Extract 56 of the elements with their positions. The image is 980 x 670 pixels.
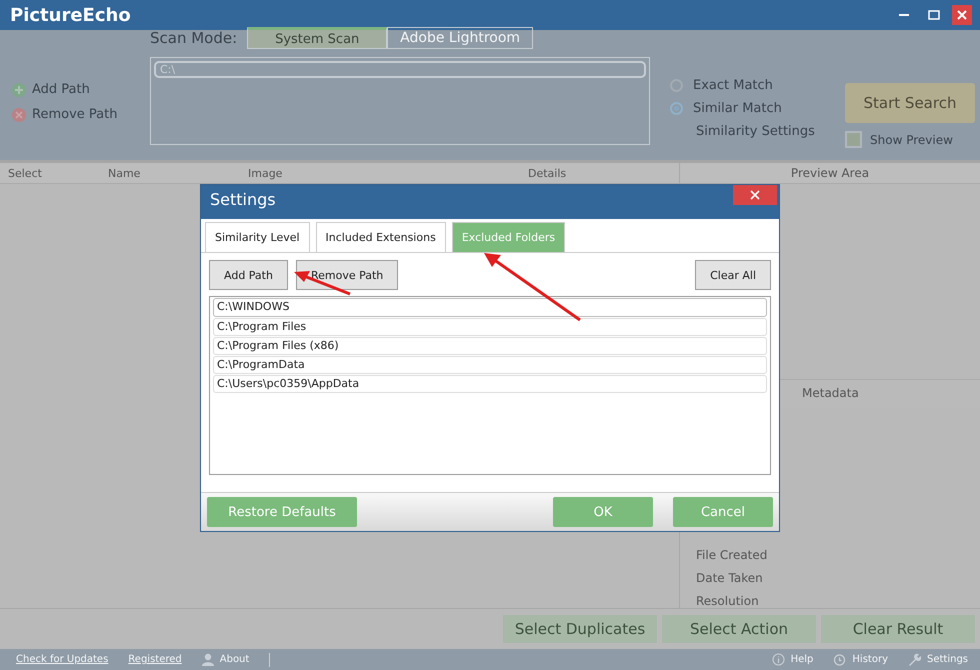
person-icon	[202, 653, 214, 666]
action-button[interactable]: Select Action	[662, 615, 816, 643]
status-link[interactable]: Settings	[908, 653, 968, 666]
folder-item[interactable]: C:\Program Files	[213, 318, 767, 336]
ok-button[interactable]: OK	[553, 497, 653, 527]
status-link[interactable]: Check for Updates	[16, 654, 108, 665]
about-link[interactable]: About	[202, 653, 250, 666]
path-item[interactable]: C:\	[154, 61, 646, 78]
match-radio[interactable]: Exact Match	[670, 78, 845, 93]
column-header: Select	[7, 166, 43, 180]
folder-item[interactable]: C:\Program Files (x86)	[213, 337, 767, 355]
scan-mode-label: Scan Mode:	[150, 29, 238, 47]
restore-defaults-button[interactable]: Restore Defaults	[207, 497, 357, 527]
preview-area-header: Preview Area	[680, 163, 980, 184]
column-header: Details	[528, 166, 568, 180]
dialog-button[interactable]: Add Path	[209, 260, 288, 290]
action-button[interactable]: Clear Result	[821, 615, 975, 643]
folder-item[interactable]: C:\ProgramData	[213, 356, 767, 374]
dialog-button[interactable]: Remove Path	[296, 260, 398, 290]
show-preview-checkbox[interactable]: Show Preview	[845, 131, 975, 148]
close-button[interactable]	[952, 5, 972, 25]
plus-icon	[12, 82, 26, 96]
action-button[interactable]: Select Duplicates	[503, 615, 657, 643]
status-link[interactable]: History	[833, 653, 888, 666]
scan-mode-tab[interactable]: Adobe Lightroom	[387, 27, 534, 49]
path-action-button[interactable]: Remove Path	[12, 107, 150, 122]
close-icon	[956, 9, 968, 21]
start-search-button[interactable]: Start Search	[845, 83, 975, 123]
settings-tab[interactable]: Excluded Folders	[452, 222, 566, 252]
maximize-icon	[928, 9, 940, 21]
status-link[interactable]: Registered	[128, 654, 182, 665]
close-button[interactable]	[733, 185, 777, 205]
info-icon	[772, 653, 785, 666]
path-action-button[interactable]: Add Path	[12, 82, 150, 97]
clock-icon	[833, 653, 846, 666]
cancel-button[interactable]: Cancel	[673, 497, 773, 527]
dialog-button[interactable]: Clear All	[695, 260, 771, 290]
column-header: Image	[248, 166, 284, 180]
folder-item[interactable]: C:\WINDOWS	[213, 298, 767, 317]
close-icon	[750, 190, 760, 200]
minimize-icon	[899, 14, 909, 16]
metadata-label: Resolution	[696, 594, 760, 608]
cross-icon	[12, 108, 26, 122]
similarity-settings-link[interactable]: Similarity Settings	[670, 124, 845, 139]
folder-item[interactable]: C:\Users\pc0359\AppData	[213, 375, 767, 393]
settings-tab[interactable]: Included Extensions	[316, 222, 446, 252]
match-radio[interactable]: Similar Match	[670, 101, 845, 116]
settings-tab[interactable]: Similarity Level	[205, 222, 310, 252]
window-title: PictureEcho	[10, 4, 131, 26]
wrench-icon	[908, 653, 921, 666]
metadata-label: Date Taken	[696, 571, 764, 585]
status-link[interactable]: Help	[772, 653, 814, 666]
column-header: Name	[108, 166, 142, 180]
metadata-label: File Created	[696, 548, 768, 562]
scan-mode-tab[interactable]: System Scan	[247, 27, 388, 49]
dialog-title: Settings	[210, 189, 276, 211]
